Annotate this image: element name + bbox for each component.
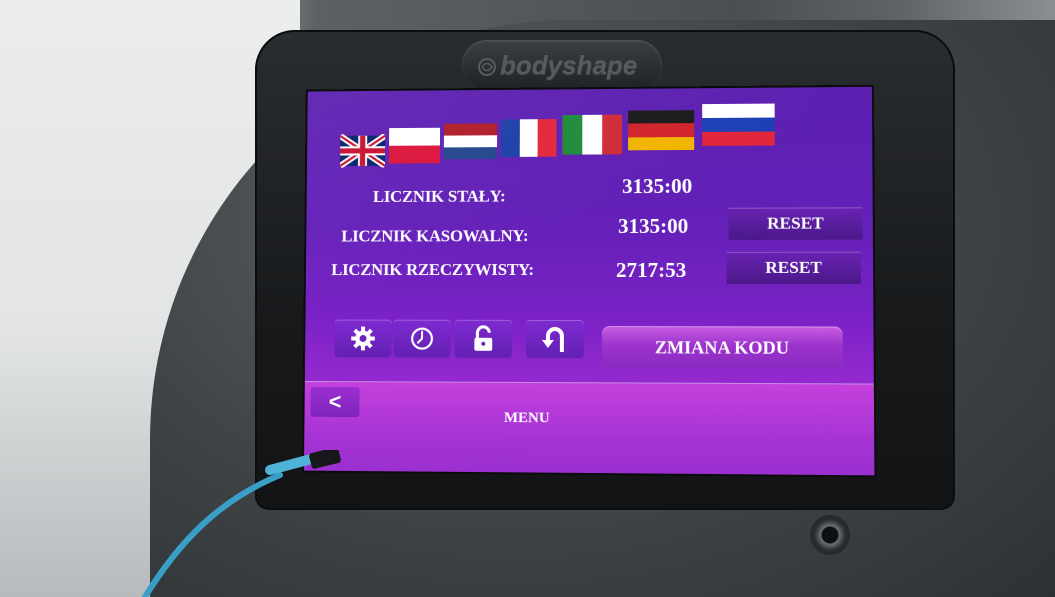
- actual-counter-label: LICZNIK RZECZYWISTY:: [331, 260, 534, 280]
- uk-flag-icon[interactable]: [340, 134, 385, 168]
- change-code-button[interactable]: ZMIANA KODU: [601, 326, 843, 370]
- resettable-counter-value: 3135:00: [618, 213, 689, 239]
- undo-arrow-icon: [542, 326, 564, 352]
- gear-icon: [351, 326, 375, 351]
- clock-button[interactable]: [393, 319, 451, 358]
- france-flag-icon[interactable]: [500, 119, 557, 157]
- touch-screen: LICZNIK STAŁY: 3135:00 LICZNIK KASOWALNY…: [301, 84, 877, 478]
- germany-flag-icon[interactable]: [628, 110, 695, 151]
- reset-actual-counter-button[interactable]: RESET: [726, 251, 861, 285]
- resettable-counter-label: LICZNIK KASOWALNY:: [341, 226, 529, 246]
- clock-icon: [409, 326, 435, 352]
- russia-flag-icon[interactable]: [702, 103, 775, 146]
- menu-label: MENU: [503, 409, 550, 427]
- cable: [142, 450, 341, 597]
- footer-bar: [303, 380, 875, 477]
- fixed-counter-label: LICZNIK STAŁY:: [372, 186, 506, 206]
- reset-resettable-counter-button[interactable]: RESET: [728, 207, 863, 240]
- netherlands-flag-icon[interactable]: [443, 123, 498, 160]
- fixed-counter-value: 3135:00: [622, 173, 693, 199]
- poland-flag-icon[interactable]: [388, 127, 441, 164]
- unlock-icon: [471, 325, 495, 351]
- settings-button[interactable]: [334, 319, 392, 358]
- actual-counter-value: 2717:53: [615, 257, 687, 283]
- return-button[interactable]: [525, 319, 584, 359]
- audio-jack: [810, 515, 850, 555]
- italy-flag-icon[interactable]: [562, 114, 623, 155]
- brand-logo: bodyshape: [500, 50, 638, 80]
- unlock-button[interactable]: [454, 319, 513, 358]
- back-button[interactable]: <: [310, 386, 360, 418]
- brand-swirl-icon: [478, 58, 496, 76]
